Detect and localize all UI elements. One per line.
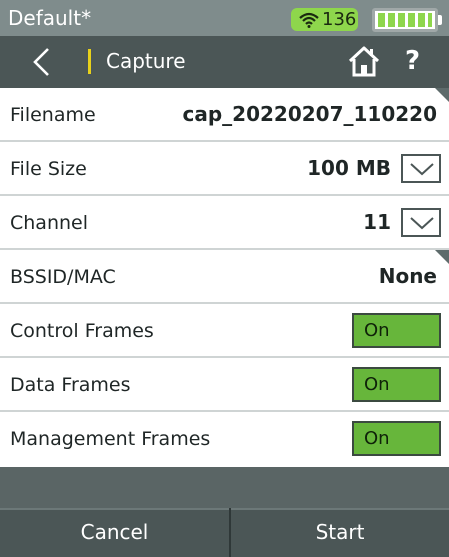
channel-dropdown[interactable] bbox=[401, 208, 441, 237]
edit-corner-icon bbox=[435, 88, 449, 102]
nav-bar: Capture ? bbox=[0, 36, 449, 88]
edit-corner-icon bbox=[435, 250, 449, 264]
wifi-icon bbox=[299, 12, 319, 28]
file-size-value: 100 MB bbox=[307, 156, 391, 180]
control-frames-label: Control Frames bbox=[10, 320, 154, 342]
row-bssid[interactable]: BSSID/MAC None bbox=[0, 250, 449, 304]
chevron-down-icon bbox=[410, 163, 434, 176]
battery-icon bbox=[372, 8, 442, 32]
filename-value[interactable]: cap_20220207_110220 bbox=[183, 101, 438, 127]
bssid-value[interactable]: None bbox=[379, 263, 437, 289]
chevron-down-icon bbox=[410, 217, 434, 230]
home-icon[interactable] bbox=[347, 44, 381, 78]
channel-value: 11 bbox=[363, 210, 391, 234]
wifi-count: 136 bbox=[322, 9, 357, 30]
battery-cell bbox=[408, 13, 415, 27]
control-frames-toggle[interactable]: On bbox=[352, 313, 441, 348]
toggle-label: On bbox=[364, 374, 390, 395]
battery-cell bbox=[418, 13, 425, 27]
battery-cell bbox=[388, 13, 395, 27]
empty-area bbox=[0, 467, 449, 508]
filename-label: Filename bbox=[10, 104, 96, 126]
cancel-button[interactable]: Cancel bbox=[0, 508, 229, 557]
row-data-frames: Data Frames On bbox=[0, 358, 449, 412]
file-size-dropdown[interactable] bbox=[401, 154, 441, 183]
profile-name: Default* bbox=[8, 6, 92, 30]
bottom-bar: Cancel Start bbox=[0, 508, 449, 557]
page-title: Capture bbox=[106, 49, 186, 73]
toggle-label: On bbox=[364, 320, 390, 341]
row-filename[interactable]: Filename cap_20220207_110220 bbox=[0, 88, 449, 142]
chevron-left-icon[interactable] bbox=[28, 47, 58, 77]
start-button[interactable]: Start bbox=[231, 508, 449, 557]
row-control-frames: Control Frames On bbox=[0, 304, 449, 358]
toggle-label: On bbox=[364, 428, 390, 449]
row-channel: Channel 11 bbox=[0, 196, 449, 250]
row-management-frames: Management Frames On bbox=[0, 412, 449, 467]
data-frames-toggle[interactable]: On bbox=[352, 367, 441, 402]
battery-cell bbox=[398, 13, 405, 27]
bssid-label: BSSID/MAC bbox=[10, 266, 116, 288]
channel-label: Channel bbox=[10, 212, 89, 234]
management-frames-toggle[interactable]: On bbox=[352, 421, 441, 456]
battery-cell bbox=[378, 13, 385, 27]
help-icon[interactable]: ? bbox=[405, 46, 420, 76]
capture-screen: Default* 136 Capture ? Filename cap_2022… bbox=[0, 0, 449, 557]
battery-cell bbox=[428, 13, 432, 27]
data-frames-label: Data Frames bbox=[10, 374, 131, 396]
nav-divider bbox=[88, 49, 91, 74]
wifi-badge[interactable]: 136 bbox=[291, 8, 358, 31]
file-size-label: File Size bbox=[10, 158, 87, 180]
management-frames-label: Management Frames bbox=[10, 428, 211, 450]
status-bar: Default* 136 bbox=[0, 0, 449, 36]
row-file-size: File Size 100 MB bbox=[0, 142, 449, 196]
